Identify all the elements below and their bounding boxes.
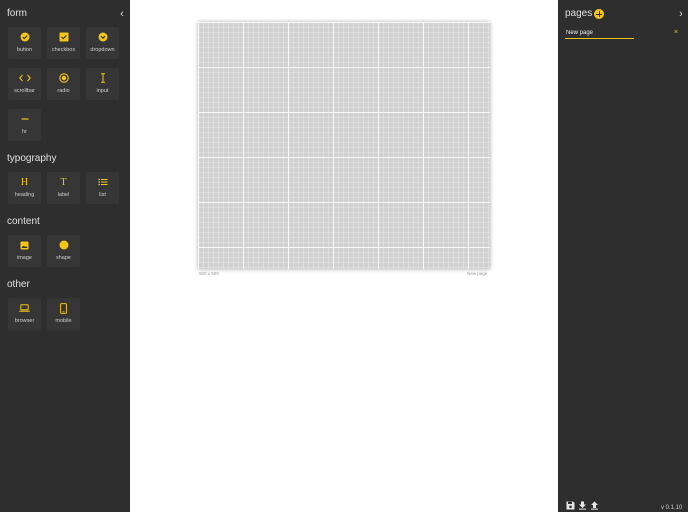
code-arrows-icon (8, 72, 41, 84)
section-title-typography: typography (7, 153, 57, 164)
circle-shape-icon (47, 239, 80, 251)
page-name-input[interactable] (565, 28, 634, 39)
text-cursor-icon (86, 72, 119, 84)
section-title-content: content (7, 216, 40, 227)
check-circle-icon (8, 31, 41, 43)
text-icon: T (47, 176, 80, 188)
component-scrollbar[interactable]: scrollbar (8, 68, 41, 100)
component-browser[interactable]: browser (8, 298, 41, 330)
pages-panel: pages › × v 0.1.10 (558, 0, 688, 512)
component-label: input (96, 88, 109, 94)
horizontal-rule-icon (8, 113, 41, 125)
section-title-other: other (7, 279, 30, 290)
radio-icon (47, 72, 80, 84)
heading-glyph: H (20, 176, 29, 188)
artboard-page-name: New page (467, 271, 488, 276)
component-radio[interactable]: radio (47, 68, 80, 100)
text-glyph: T (60, 176, 67, 188)
artboard-grid[interactable] (198, 22, 490, 269)
component-hr[interactable]: hr (8, 109, 41, 141)
component-label-text[interactable]: T label (47, 172, 80, 204)
component-dropdown[interactable]: dropdown (86, 27, 119, 59)
component-image[interactable]: image (8, 235, 41, 267)
component-input[interactable]: input (86, 68, 119, 100)
component-label: hr (22, 129, 27, 135)
delete-page-close-icon[interactable]: × (672, 28, 680, 38)
add-page-plus-icon[interactable] (594, 9, 604, 19)
download-icon[interactable] (577, 500, 587, 510)
artboard-size-label: 600 x 500 (199, 271, 219, 276)
component-label: shape (56, 255, 71, 261)
component-list[interactable]: list (86, 172, 119, 204)
component-heading[interactable]: H heading (8, 172, 41, 204)
chevron-circle-icon (86, 31, 119, 43)
laptop-icon (8, 302, 41, 314)
components-panel: form ‹ button checkbox dropdown scrollba… (0, 0, 130, 512)
canvas-workspace[interactable]: 600 x 500 New page (130, 0, 558, 512)
component-label: mobile (55, 318, 72, 324)
component-label: dropdown (90, 47, 115, 53)
phone-icon (47, 302, 80, 314)
pages-title: pages (565, 8, 593, 19)
component-shape[interactable]: shape (47, 235, 80, 267)
collapse-right-panel-button[interactable]: › (676, 8, 686, 20)
component-button[interactable]: button (8, 27, 41, 59)
app-root: form ‹ button checkbox dropdown scrollba… (0, 0, 688, 512)
panel-title-form: form (7, 8, 27, 19)
image-icon (8, 239, 41, 251)
checkbox-icon (47, 31, 80, 43)
collapse-left-panel-button[interactable]: ‹ (117, 8, 127, 20)
component-label: list (99, 192, 106, 198)
version-label: v 0.1.10 (661, 505, 683, 511)
upload-icon[interactable] (589, 500, 599, 510)
component-checkbox[interactable]: checkbox (47, 27, 80, 59)
list-icon (86, 176, 119, 188)
save-icon[interactable] (565, 500, 575, 510)
heading-icon: H (8, 176, 41, 188)
component-mobile[interactable]: mobile (47, 298, 80, 330)
